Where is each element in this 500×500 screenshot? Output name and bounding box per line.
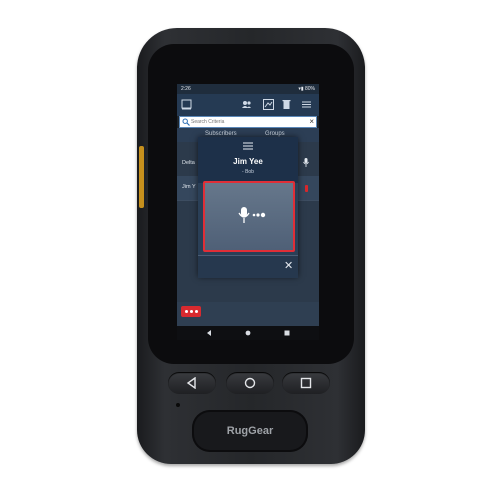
home-icon <box>244 377 256 389</box>
recents-icon[interactable] <box>283 329 291 337</box>
screen: 2:26 ▾▮ 80% Search Criteria × Subscriber… <box>177 84 319 340</box>
home-icon[interactable] <box>244 329 252 337</box>
list-icon[interactable] <box>301 99 312 110</box>
people-icon[interactable] <box>241 99 252 110</box>
mic-icon <box>238 207 266 223</box>
recents-icon <box>300 377 312 389</box>
status-time: 2:26 <box>181 86 191 92</box>
call-dialog: Jim Yee - Bob ✕ <box>198 137 298 278</box>
more-icon[interactable] <box>181 306 201 317</box>
sensor-dot <box>176 403 180 407</box>
back-icon[interactable] <box>205 329 213 337</box>
dialog-header: Jim Yee - Bob <box>198 137 298 183</box>
hardware-back-button[interactable] <box>168 372 216 394</box>
dialog-subtitle: - Bob <box>242 169 254 175</box>
dialog-footer: ✕ <box>198 255 298 278</box>
search-placeholder: Search Criteria <box>191 119 225 125</box>
mic-icon[interactable] <box>303 158 309 167</box>
hardware-recents-button[interactable] <box>282 372 330 394</box>
list-item-label: Jim Y <box>182 184 196 190</box>
hamburger-icon[interactable] <box>243 142 253 150</box>
status-battery: ▾▮ 80% <box>298 86 315 92</box>
talking-indicator <box>305 185 308 192</box>
menu-icon[interactable] <box>181 99 192 110</box>
bottom-area <box>177 302 319 326</box>
back-icon <box>186 377 196 389</box>
android-nav-bar <box>177 326 319 340</box>
list-item-label: Delta <box>182 160 195 166</box>
status-bar: 2:26 ▾▮ 80% <box>177 84 319 94</box>
brand-logo: RugGear <box>226 425 274 437</box>
hardware-home-button[interactable] <box>226 372 274 394</box>
clear-search-icon[interactable]: × <box>309 117 314 127</box>
dialog-title: Jim Yee <box>233 157 263 166</box>
map-icon[interactable] <box>263 99 274 110</box>
close-icon[interactable]: ✕ <box>284 259 293 273</box>
search-field[interactable]: Search Criteria × <box>179 116 317 128</box>
ptt-side-key[interactable] <box>139 146 144 208</box>
app-bar <box>177 94 319 116</box>
push-to-talk-button[interactable] <box>203 181 295 252</box>
trash-icon[interactable] <box>281 99 292 110</box>
search-icon <box>182 118 190 126</box>
